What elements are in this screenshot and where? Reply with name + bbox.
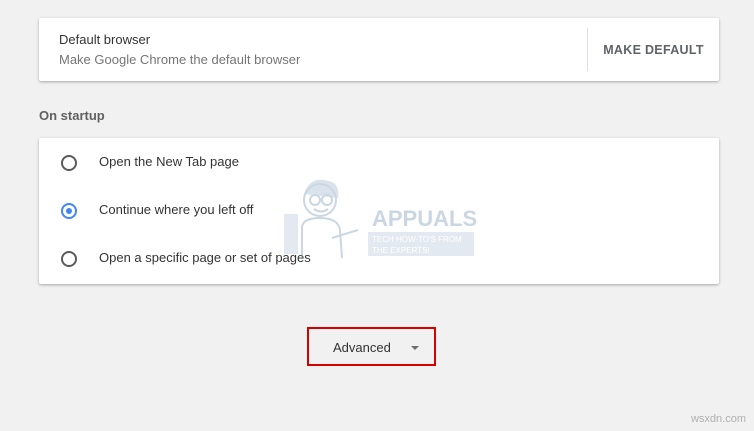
on-startup-card: Open the New Tab page Continue where you… <box>39 138 719 284</box>
on-startup-heading: On startup <box>39 108 105 123</box>
radio-unchecked-icon[interactable] <box>61 251 77 267</box>
startup-option-label: Continue where you left off <box>99 202 254 217</box>
advanced-label: Advanced <box>333 340 391 355</box>
startup-option-specific-pages[interactable]: Open a specific page or set of pages <box>39 235 719 281</box>
default-browser-card: Default browser Make Google Chrome the d… <box>39 18 719 81</box>
caret-down-icon <box>411 346 419 350</box>
site-watermark-text: wsxdn.com <box>690 413 746 425</box>
startup-option-label: Open the New Tab page <box>99 154 239 169</box>
startup-option-continue[interactable]: Continue where you left off <box>39 187 719 233</box>
radio-checked-icon[interactable] <box>61 203 77 219</box>
radio-unchecked-icon[interactable] <box>61 155 77 171</box>
default-browser-subtitle: Make Google Chrome the default browser <box>59 52 301 67</box>
startup-option-new-tab[interactable]: Open the New Tab page <box>39 139 719 185</box>
startup-option-label: Open a specific page or set of pages <box>99 250 311 265</box>
make-default-button[interactable]: MAKE DEFAULT <box>588 18 719 81</box>
advanced-button[interactable]: Advanced <box>307 327 436 366</box>
default-browser-title: Default browser <box>59 32 151 47</box>
